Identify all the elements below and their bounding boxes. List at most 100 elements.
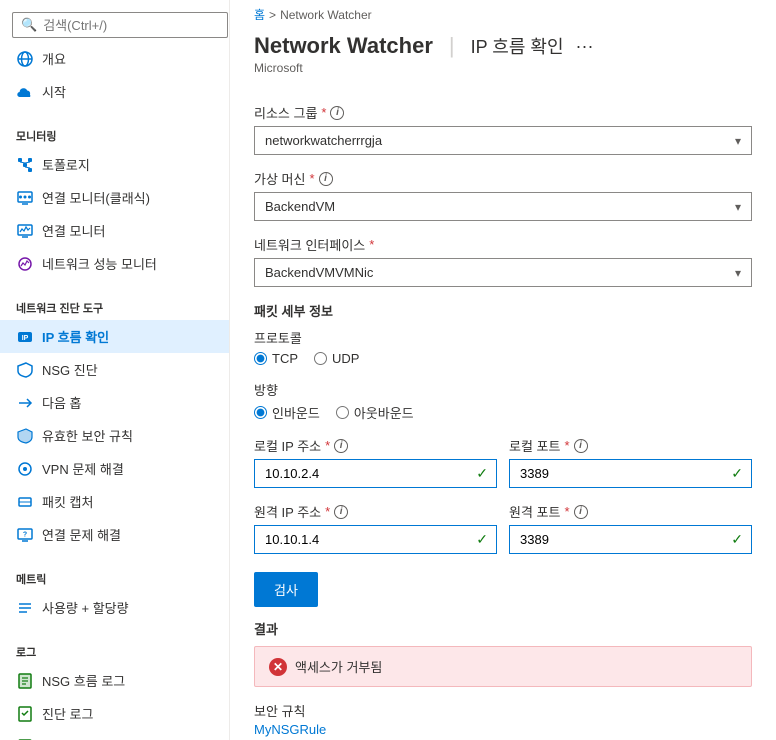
sidebar-item-nexthop[interactable]: 다음 홉 (0, 386, 229, 419)
page-subtitle-title: IP 흐름 확인 (471, 33, 564, 59)
remote-port-info-icon[interactable]: i (574, 505, 588, 519)
result-section: 결과 ✕ 액세스가 거부됨 (254, 619, 752, 687)
diag-log-icon (16, 705, 34, 723)
sidebar-item-overview[interactable]: 개요 (0, 42, 229, 75)
protocol-field: 프로토콜 TCP UDP (254, 328, 752, 366)
sidebar-item-vpn[interactable]: VPN 문제 해결 (0, 452, 229, 485)
radio-outbound-input[interactable] (336, 406, 349, 419)
conn-trouble-icon: ? (16, 526, 34, 544)
resource-group-info-icon[interactable]: i (330, 106, 344, 120)
local-ip-info-icon[interactable]: i (334, 439, 348, 453)
local-port-field: 로컬 포트 * i ✓ (509, 436, 752, 488)
packet-section-title: 패킷 세부 정보 (254, 301, 752, 320)
sidebar-item-nsg-diag[interactable]: NSG 진단 (0, 353, 229, 386)
check-icon-lport: ✓ (723, 465, 751, 482)
secrules-icon (16, 427, 34, 445)
nic-value: BackendVMVMNic (265, 265, 373, 280)
security-rule-value[interactable]: MyNSGRule (254, 722, 326, 737)
required-marker: * (321, 105, 326, 120)
local-port-label: 로컬 포트 * i (509, 436, 752, 455)
sidebar-item-start-label: 시작 (42, 82, 66, 101)
nic-dropdown[interactable]: BackendVMVMNic ▾ (254, 258, 752, 287)
form-content: 리소스 그룹 * i networkwatcherrrgja ▾ 가상 머신 *… (230, 95, 776, 740)
topology-icon (16, 156, 34, 174)
radio-udp-input[interactable] (314, 352, 327, 365)
security-rule-section: 보안 규칙 MyNSGRule (254, 701, 752, 737)
packet-icon (16, 493, 34, 511)
sidebar-item-traffic[interactable]: 트래픽 분석 (0, 730, 229, 740)
direction-radio-group: 인바운드 아웃바운드 (254, 403, 752, 422)
main-content: 홈 > Network Watcher Network Watcher | IP… (230, 0, 776, 740)
radio-outbound[interactable]: 아웃바운드 (336, 403, 414, 422)
resource-group-value: networkwatcherrrgja (265, 133, 382, 148)
search-box[interactable]: 🔍 (12, 12, 228, 38)
check-icon-lip: ✓ (468, 465, 496, 482)
nic-field: 네트워크 인터페이스 * BackendVMVMNic ▾ (254, 235, 752, 287)
local-port-input[interactable] (510, 460, 723, 487)
nsg-log-icon (16, 672, 34, 690)
sidebar-item-conn-classic-label: 연결 모니터(클래식) (42, 188, 150, 207)
protocol-radio-group: TCP UDP (254, 351, 752, 366)
usage-icon (16, 599, 34, 617)
breadcrumb-home[interactable]: 홈 (254, 6, 265, 23)
resource-group-dropdown[interactable]: networkwatcherrrgja ▾ (254, 126, 752, 155)
local-ip-input[interactable] (255, 460, 468, 487)
result-error-text: 액세스가 거부됨 (295, 657, 382, 676)
chevron-down-icon: ▾ (735, 134, 741, 148)
remote-port-field: 원격 포트 * i ✓ (509, 502, 752, 554)
sidebar-item-usage-label: 사용량 + 할당량 (42, 598, 129, 617)
remote-ip-input[interactable] (255, 526, 468, 553)
remote-ip-info-icon[interactable]: i (334, 505, 348, 519)
sidebar-item-conn-trouble[interactable]: ? 연결 문제 해결 (0, 518, 229, 551)
required-marker-lport: * (564, 438, 569, 453)
sidebar-item-net-perf[interactable]: 네트워크 성능 모니터 (0, 247, 229, 280)
sidebar-item-sec-rules[interactable]: 유효한 보안 규칙 (0, 419, 229, 452)
radio-inbound-label: 인바운드 (272, 403, 320, 422)
page-header: Network Watcher | IP 흐름 확인 ··· (230, 29, 776, 61)
sidebar-item-start[interactable]: 시작 (0, 75, 229, 108)
error-icon: ✕ (269, 658, 287, 676)
radio-tcp[interactable]: TCP (254, 351, 298, 366)
nic-label: 네트워크 인터페이스 * (254, 235, 752, 254)
sidebar-item-packet[interactable]: 패킷 캡처 (0, 485, 229, 518)
more-icon[interactable]: ··· (576, 36, 594, 57)
remote-ip-field: 원격 IP 주소 * i ✓ (254, 502, 497, 554)
sidebar-item-vpn-label: VPN 문제 해결 (42, 459, 124, 478)
radio-inbound-input[interactable] (254, 406, 267, 419)
sidebar-item-usage[interactable]: 사용량 + 할당량 (0, 591, 229, 624)
sidebar-item-nsg-log[interactable]: NSG 흐름 로그 (0, 664, 229, 697)
radio-inbound[interactable]: 인바운드 (254, 403, 320, 422)
resource-group-field: 리소스 그룹 * i networkwatcherrrgja ▾ (254, 103, 752, 155)
local-ip-input-wrapper: ✓ (254, 459, 497, 488)
remote-port-input-wrapper: ✓ (509, 525, 752, 554)
vpn-icon (16, 460, 34, 478)
sidebar-item-ip-flow[interactable]: IP IP 흐름 확인 (0, 320, 229, 353)
required-marker-lip: * (325, 438, 330, 453)
radio-udp[interactable]: UDP (314, 351, 359, 366)
sidebar-item-conn-monitor[interactable]: 연결 모니터 (0, 214, 229, 247)
sidebar-item-diag-log[interactable]: 진단 로그 (0, 697, 229, 730)
sidebar-item-topology[interactable]: 토폴로지 (0, 148, 229, 181)
radio-udp-label: UDP (332, 351, 359, 366)
check-button[interactable]: 검사 (254, 572, 318, 607)
search-input[interactable] (43, 18, 219, 33)
section-logs: 로그 (0, 632, 229, 664)
chevron-down-icon-nic: ▾ (735, 266, 741, 280)
sidebar-item-conn-classic[interactable]: 연결 모니터(클래식) (0, 181, 229, 214)
svg-text:?: ? (23, 531, 27, 538)
vm-dropdown[interactable]: BackendVM ▾ (254, 192, 752, 221)
local-port-info-icon[interactable]: i (574, 439, 588, 453)
vm-info-icon[interactable]: i (319, 172, 333, 186)
page-title: Network Watcher (254, 33, 433, 59)
result-label: 결과 (254, 619, 752, 638)
separator-pipe: | (449, 33, 455, 59)
vm-label: 가상 머신 * i (254, 169, 752, 188)
remote-port-input[interactable] (510, 526, 723, 553)
globe-icon (16, 50, 34, 68)
remote-ip-label: 원격 IP 주소 * i (254, 502, 497, 521)
local-port-input-wrapper: ✓ (509, 459, 752, 488)
radio-tcp-input[interactable] (254, 352, 267, 365)
cloud-icon (16, 83, 34, 101)
required-marker-rip: * (325, 504, 330, 519)
sidebar-item-diag-log-label: 진단 로그 (42, 704, 93, 723)
